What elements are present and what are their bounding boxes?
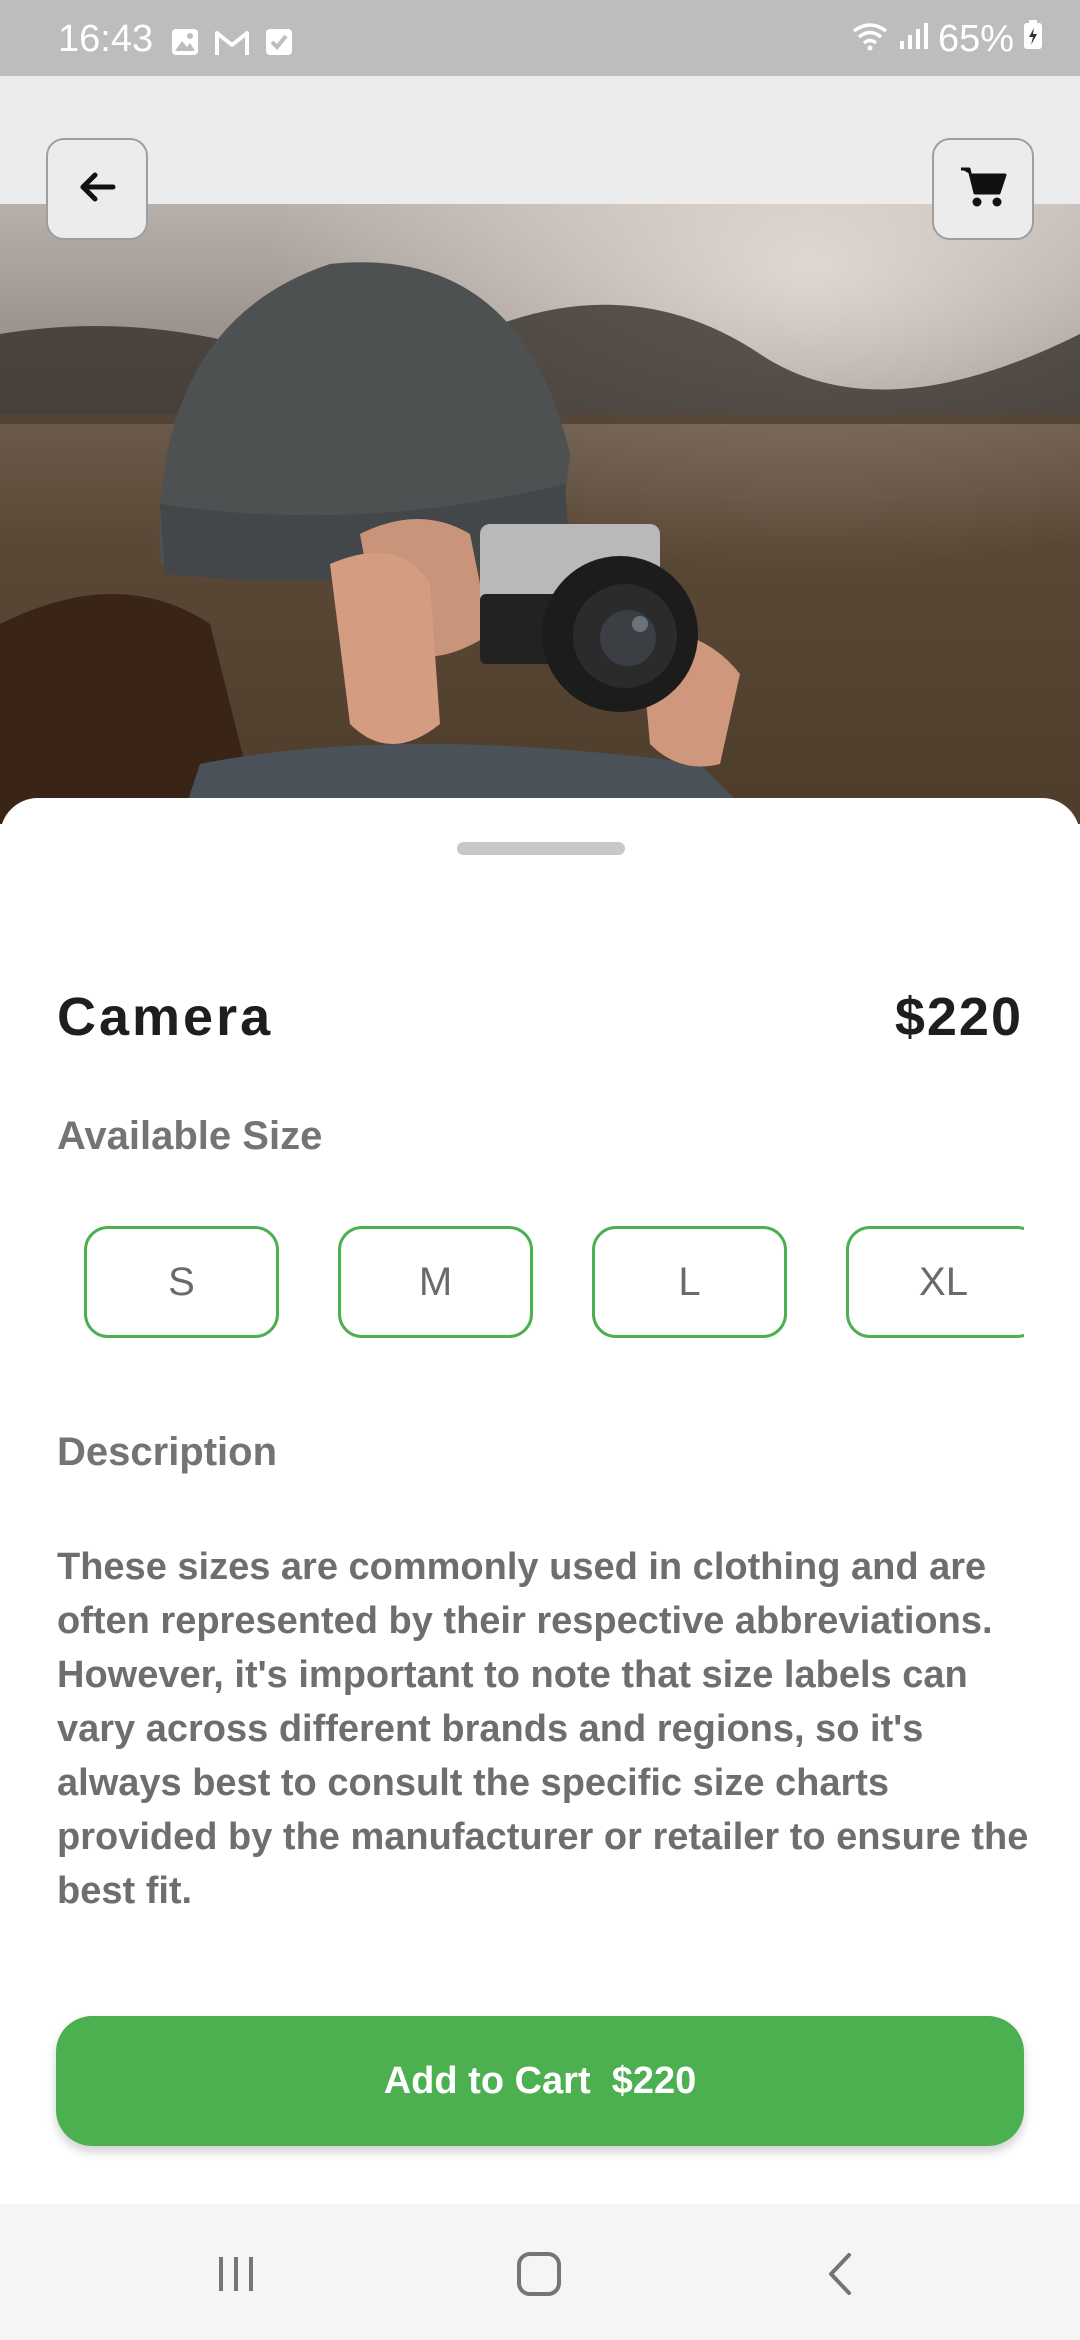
gallery-icon — [170, 24, 200, 67]
product-detail-screen: 16:43 65% Camera $220 Available Size S M… — [0, 0, 1080, 2340]
system-navigation-bar — [0, 2204, 1080, 2340]
home-icon[interactable] — [509, 2244, 569, 2304]
back-button[interactable] — [46, 138, 148, 240]
product-price: $220 — [894, 987, 1023, 1047]
cart-button[interactable] — [932, 138, 1034, 240]
product-detail-sheet: Camera $220 Available Size S M L XL Desc… — [0, 798, 1080, 2204]
header-background — [0, 76, 1080, 204]
available-size-label: Available Size — [57, 1114, 323, 1158]
size-option-xl[interactable]: XL — [846, 1226, 1024, 1338]
recent-apps-icon[interactable] — [206, 2244, 266, 2304]
arrow-left-icon — [75, 165, 119, 214]
description-text: These sizes are commonly used in clothin… — [57, 1546, 1029, 1912]
check-box-icon — [264, 24, 294, 67]
back-icon[interactable] — [812, 2244, 872, 2304]
description-label: Description — [57, 1430, 278, 1474]
size-option-s[interactable]: S — [84, 1226, 279, 1338]
gmail-icon — [214, 24, 250, 67]
battery-icon — [1022, 18, 1044, 61]
battery-percent: 65% — [937, 18, 1014, 60]
wifi-icon — [850, 18, 890, 61]
status-bar: 16:43 65% — [0, 0, 1080, 76]
drag-handle[interactable] — [457, 842, 625, 855]
status-time: 16:43 — [58, 18, 154, 60]
size-option-m[interactable]: M — [338, 1226, 533, 1338]
add-to-cart-button[interactable]: Add to Cart $220 — [56, 2016, 1024, 2146]
system-icons: 65% — [850, 18, 1044, 61]
size-option-l[interactable]: L — [592, 1226, 787, 1338]
shopping-cart-icon — [959, 165, 1007, 214]
product-name: Camera — [57, 987, 274, 1047]
notification-icons — [170, 24, 294, 67]
signal-icon — [898, 18, 930, 61]
size-options: S M L XL — [84, 1226, 1024, 1342]
product-image — [0, 204, 1080, 824]
